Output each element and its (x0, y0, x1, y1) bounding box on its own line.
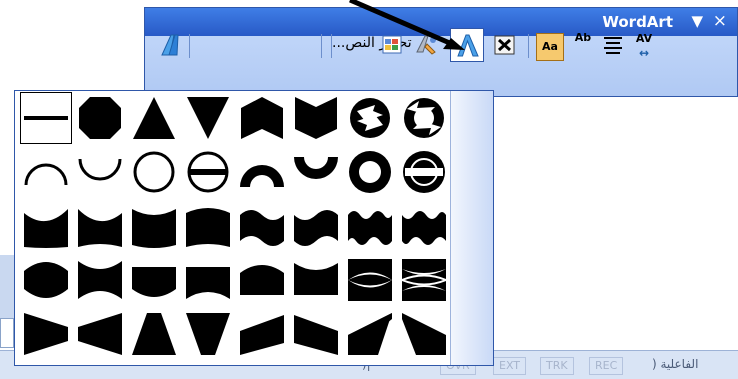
callout-arrow (349, 0, 465, 50)
